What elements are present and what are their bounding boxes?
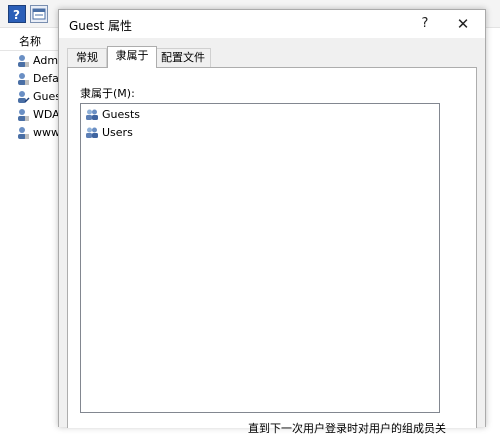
user-icon xyxy=(18,55,29,67)
help-icon[interactable]: ? xyxy=(8,5,26,23)
user-list: 名称 Admi Defau Gues WDA www. xyxy=(0,28,66,426)
member-of-label: 隶属于(M): xyxy=(80,87,135,100)
user-icon xyxy=(18,127,29,139)
user-icon xyxy=(18,73,29,85)
membership-note: 直到下一次用户登录时对用户的组成员关 xyxy=(248,422,446,435)
group-icon xyxy=(86,109,98,120)
dialog-title: Guest 属性 xyxy=(69,19,133,33)
guest-properties-dialog: Guest 属性 ? ✕ 常规 隶属于 配置文件 隶属于(M): Guests … xyxy=(58,9,486,435)
close-button[interactable]: ✕ xyxy=(452,14,474,34)
tab-profile[interactable]: 配置文件 xyxy=(155,48,211,67)
dialog-titlebar[interactable]: Guest 属性 ? ✕ xyxy=(59,10,485,38)
tab-member-of[interactable]: 隶属于 xyxy=(107,46,157,68)
group-icon xyxy=(86,127,98,138)
user-icon xyxy=(18,109,29,121)
svg-text:?: ? xyxy=(13,8,20,22)
groups-listbox[interactable]: Guests Users xyxy=(80,103,440,413)
member-of-panel: 隶属于(M): Guests Users 直到下一次用户登录时对用户的组成员关 xyxy=(67,67,477,435)
help-button[interactable]: ? xyxy=(414,14,436,34)
properties-icon[interactable] xyxy=(30,5,48,23)
tab-general[interactable]: 常规 xyxy=(67,48,107,67)
column-header-name[interactable]: 名称 xyxy=(0,28,62,51)
tab-strip: 常规 隶属于 配置文件 xyxy=(67,46,477,68)
user-icon xyxy=(18,91,30,103)
